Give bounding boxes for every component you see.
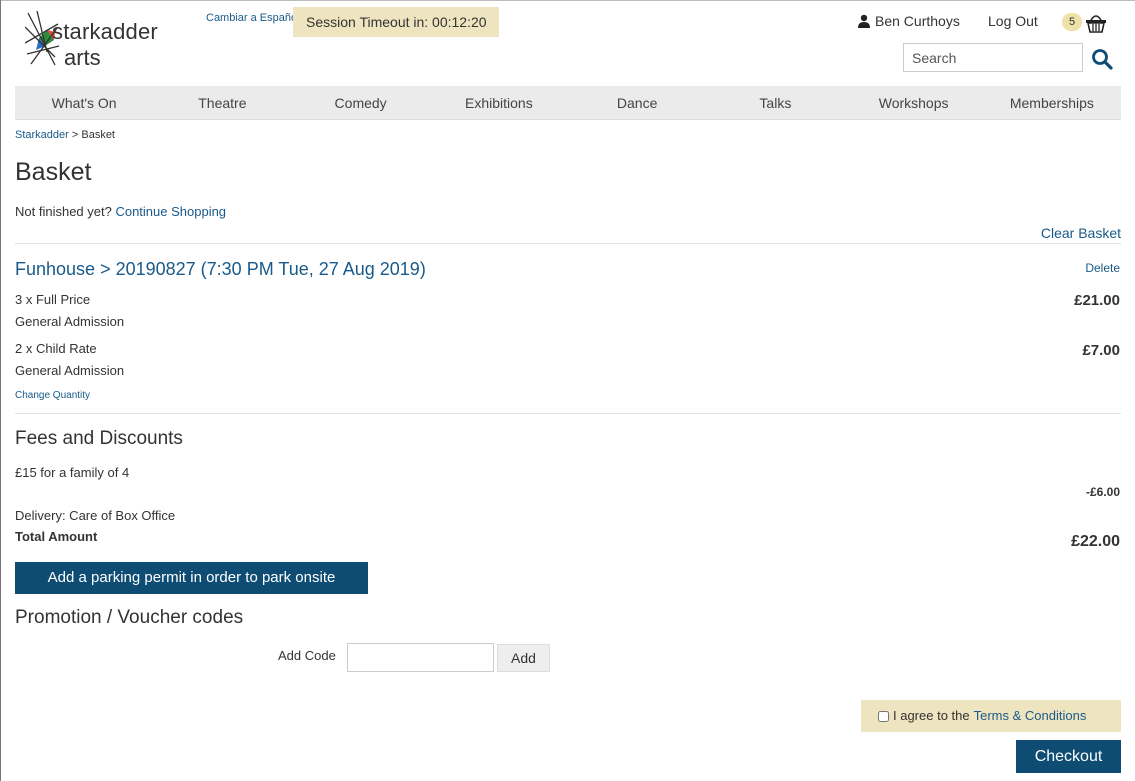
fees-section-title: Fees and Discounts — [15, 428, 183, 449]
search-icon[interactable] — [1090, 47, 1114, 71]
cart-count-badge: 5 — [1062, 13, 1082, 31]
language-switch-link[interactable]: Cambiar a Español — [206, 12, 300, 24]
ticket-line-area: General Admission — [15, 363, 125, 378]
total-value: £22.00 — [1071, 533, 1120, 550]
nav-item-dance[interactable]: Dance — [568, 86, 706, 119]
event-separator: > — [95, 259, 116, 279]
user-account-link[interactable]: Ben Curthoys — [857, 13, 960, 29]
nav-item-comedy[interactable]: Comedy — [292, 86, 430, 119]
main-nav: What's On Theatre Comedy Exhibitions Dan… — [15, 86, 1121, 120]
delivery-method: Delivery: Care of Box Office — [15, 508, 176, 523]
discount-value: -£6.00 — [1085, 485, 1120, 499]
logo[interactable]: starkadder arts — [25, 10, 185, 70]
continue-shopping-prompt: Not finished yet? Continue Shopping — [15, 204, 226, 219]
ticket-line-qty: 3 x Full Price — [15, 292, 91, 307]
divider — [15, 413, 1121, 414]
continue-shopping-link[interactable]: Continue Shopping — [115, 204, 226, 219]
logout-link[interactable]: Log Out — [988, 13, 1038, 29]
checkout-button[interactable]: Checkout — [1016, 740, 1121, 773]
nav-item-talks[interactable]: Talks — [706, 86, 844, 119]
session-timeout-banner: Session Timeout in: 00:12:20 — [293, 7, 499, 37]
nav-item-theatre[interactable]: Theatre — [153, 86, 291, 119]
nav-item-whats-on[interactable]: What's On — [15, 86, 153, 119]
basket-icon[interactable] — [1085, 11, 1107, 33]
logo-text-line1: starkadder — [52, 19, 158, 44]
voucher-code-input[interactable] — [347, 643, 494, 672]
ticket-line-qty: 2 x Child Rate — [15, 341, 97, 356]
add-code-button[interactable]: Add — [497, 644, 550, 672]
breadcrumb-separator: > — [68, 129, 82, 141]
terms-agreement: I agree to the Terms & Conditions — [861, 700, 1121, 732]
user-icon — [858, 14, 870, 28]
user-name: Ben Curthoys — [875, 13, 960, 29]
logo-text-line2: arts — [64, 45, 101, 70]
add-parking-permit-button[interactable]: Add a parking permit in order to park on… — [15, 562, 368, 594]
ticket-line-area: General Admission — [15, 314, 125, 329]
breadcrumb-current: Basket — [81, 129, 115, 141]
page-title: Basket — [15, 158, 92, 186]
add-code-label: Add Code — [278, 648, 336, 663]
nav-item-exhibitions[interactable]: Exhibitions — [430, 86, 568, 119]
change-quantity-link[interactable]: Change Quantity — [15, 390, 90, 401]
not-finished-text: Not finished yet? — [15, 204, 116, 219]
nav-item-workshops[interactable]: Workshops — [845, 86, 983, 119]
terms-checkbox[interactable] — [878, 710, 889, 722]
ticket-line-price: £7.00 — [1082, 342, 1120, 359]
window-top-border — [0, 0, 1135, 1]
clear-basket-link[interactable]: Clear Basket — [1041, 225, 1121, 241]
window-left-border — [0, 0, 1, 781]
total-label: Total Amount — [15, 529, 98, 544]
delete-event-link[interactable]: Delete — [1085, 261, 1120, 275]
event-name: Funhouse — [15, 259, 96, 279]
event-title[interactable]: Funhouse > 20190827 (7:30 PM Tue, 27 Aug… — [15, 259, 426, 280]
event-performance: 20190827 (7:30 PM Tue, 27 Aug 2019) — [115, 259, 426, 279]
breadcrumb-home-link[interactable]: Starkadder — [15, 129, 69, 141]
nav-item-memberships[interactable]: Memberships — [983, 86, 1121, 119]
terms-prefix: I agree to the — [893, 708, 970, 723]
divider — [15, 243, 1121, 244]
breadcrumb: Starkadder > Basket — [15, 129, 115, 141]
terms-link[interactable]: Terms & Conditions — [974, 700, 1087, 732]
ticket-line-price: £21.00 — [1074, 292, 1120, 309]
promo-section-title: Promotion / Voucher codes — [15, 607, 244, 628]
search-input[interactable] — [903, 43, 1083, 72]
discount-label: £15 for a family of 4 — [15, 465, 130, 480]
